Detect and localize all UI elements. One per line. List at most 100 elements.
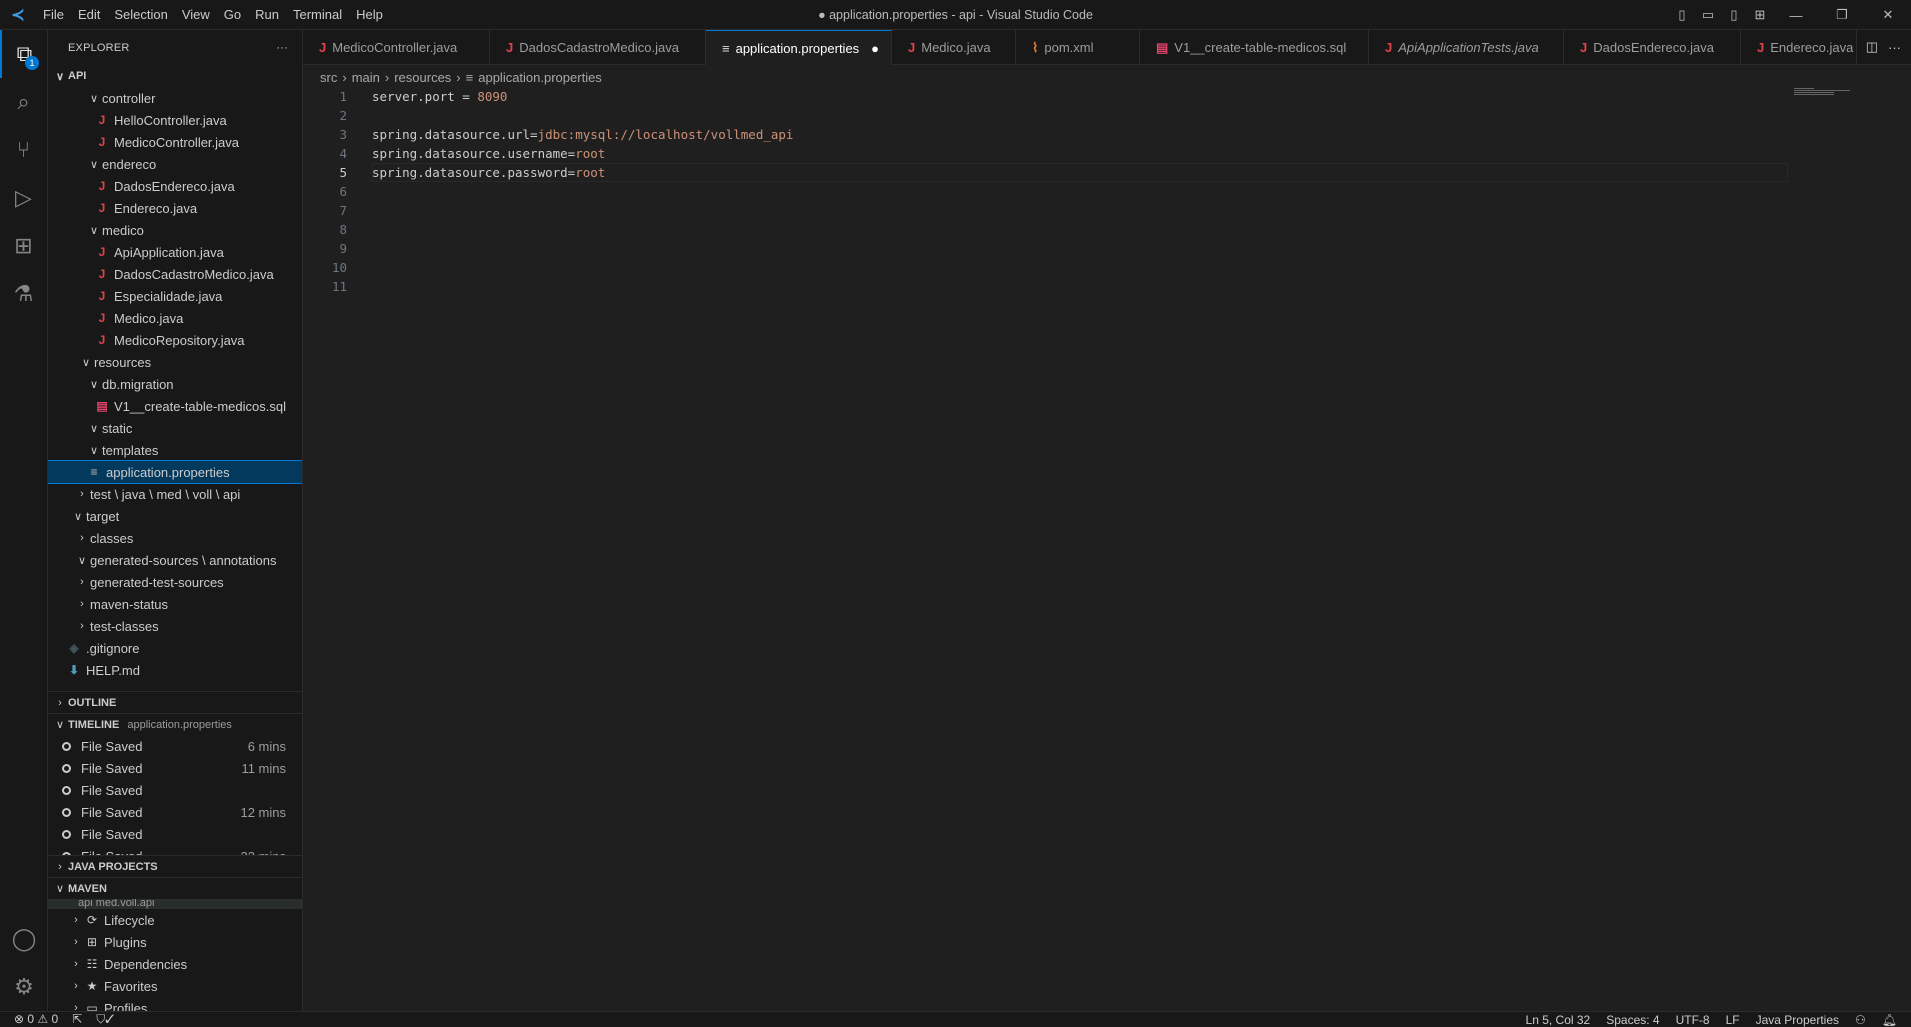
tree-item[interactable]: ∨ resources (48, 351, 302, 373)
tree-item[interactable]: ∨ generated-sources \ annotations (48, 549, 302, 571)
tree-item[interactable]: ∨ db.migration (48, 373, 302, 395)
end-of-line[interactable]: LF (1726, 1013, 1740, 1027)
tree-item[interactable]: ∨ controller (48, 87, 302, 109)
tree-item[interactable]: J Medico.java (48, 307, 302, 329)
menu-edit[interactable]: Edit (78, 7, 100, 22)
maven-section-header[interactable]: ∨ MAVEN (48, 877, 302, 899)
breadcrumb-item[interactable]: src (320, 70, 337, 85)
tab-medico-java[interactable]: J Medico.java (892, 30, 1016, 65)
menu-run[interactable]: Run (255, 7, 279, 22)
restore-button[interactable]: ❐ (1819, 7, 1865, 23)
close-button[interactable]: ✕ (1865, 7, 1911, 23)
search-icon[interactable]: ⌕ (0, 78, 47, 126)
menu-file[interactable]: File (43, 7, 64, 22)
maven-item[interactable]: › ▭ Profiles (48, 997, 302, 1012)
minimap[interactable] (1794, 88, 1850, 96)
tree-item[interactable]: ∨ static (48, 417, 302, 439)
breadcrumb-item[interactable]: main (352, 70, 380, 85)
tab-dadoscadastromedico-java[interactable]: J DadosCadastroMedico.java (490, 30, 706, 65)
cursor-position[interactable]: Ln 5, Col 32 (1526, 1013, 1591, 1027)
tree-root-api[interactable]: ∨ API (48, 65, 302, 87)
tree-item[interactable]: › classes (48, 527, 302, 549)
code-line[interactable]: 2 (303, 106, 1911, 125)
tree-item[interactable]: J Endereco.java (48, 197, 302, 219)
menu-terminal[interactable]: Terminal (293, 7, 342, 22)
code-line[interactable]: 4 spring.datasource.username=root (303, 144, 1911, 163)
code-line[interactable]: 7 (303, 201, 1911, 220)
settings-gear-icon[interactable]: ⚙ (0, 963, 48, 1011)
maven-project-row[interactable]: api med.voll.api (48, 899, 302, 909)
toggle-secondary-sidebar-icon[interactable]: ▯ (1721, 7, 1747, 23)
unsaved-dot-icon[interactable]: ● (871, 41, 879, 56)
code-line[interactable]: 10 (303, 258, 1911, 277)
breadcrumb-item[interactable]: application.properties (478, 70, 602, 85)
tree-item[interactable]: ∨ endereco (48, 153, 302, 175)
minimize-button[interactable]: — (1773, 8, 1819, 23)
tree-item[interactable]: › maven-status (48, 593, 302, 615)
breadcrumb-item[interactable]: resources (394, 70, 451, 85)
timeline-item[interactable]: File Saved (48, 779, 302, 801)
encoding[interactable]: UTF-8 (1676, 1013, 1710, 1027)
testing-icon[interactable]: ⚗ (0, 270, 47, 318)
tab-endereco-java[interactable]: J Endereco.java (1741, 30, 1857, 65)
feedback-icon[interactable]: ⚇ (1855, 1013, 1866, 1027)
java-projects-section-header[interactable]: › JAVA PROJECTS (48, 855, 302, 877)
timeline-section-header[interactable]: ∨ TIMELINE application.properties (48, 713, 302, 735)
code-line[interactable]: 6 (303, 182, 1911, 201)
code-line[interactable]: 5 spring.datasource.password=root (303, 163, 1911, 182)
code-line[interactable]: 11 (303, 277, 1911, 296)
tree-item[interactable]: J MedicoRepository.java (48, 329, 302, 351)
extensions-icon[interactable]: ⊞ (0, 222, 47, 270)
customize-layout-icon[interactable]: ⊞ (1747, 7, 1773, 23)
timeline-item[interactable]: File Saved 22 mins (48, 845, 302, 855)
tree-item[interactable]: ⬇ HELP.md (48, 659, 302, 681)
tab-application-properties[interactable]: ≡ application.properties ● (706, 30, 892, 65)
tab-v1-create-table-medicos-sql[interactable]: ▤ V1__create-table-medicos.sql (1140, 30, 1369, 65)
code-line[interactable]: 3 spring.datasource.url=jdbc:mysql://loca… (303, 125, 1911, 144)
maven-item[interactable]: › ★ Favorites (48, 975, 302, 997)
tab-medicocontroller-java[interactable]: J MedicoController.java (303, 30, 490, 65)
timeline-item[interactable]: File Saved 11 mins (48, 757, 302, 779)
tree-item[interactable]: ▤ V1__create-table-medicos.sql (48, 395, 302, 417)
toggle-panel-icon[interactable]: ▭ (1695, 7, 1721, 23)
tree-item[interactable]: › test-classes (48, 615, 302, 637)
run-debug-icon[interactable]: ▷ (0, 174, 47, 222)
tree-item[interactable]: J DadosCadastroMedico.java (48, 263, 302, 285)
timeline-item[interactable]: File Saved 12 mins (48, 801, 302, 823)
menu-selection[interactable]: Selection (114, 7, 167, 22)
menu-help[interactable]: Help (356, 7, 383, 22)
toggle-primary-sidebar-icon[interactable]: ▯ (1669, 7, 1695, 23)
notifications-icon[interactable]: 🔔︎ (1882, 1013, 1897, 1027)
menu-go[interactable]: Go (224, 7, 241, 22)
explorer-more-button[interactable]: ··· (276, 42, 288, 54)
explorer-icon[interactable]: ⧉ 1 (0, 30, 47, 78)
shield-check-icon[interactable]: ⛉✓ (96, 1012, 114, 1027)
tree-item[interactable]: ◈ .gitignore (48, 637, 302, 659)
tree-item[interactable]: › generated-test-sources (48, 571, 302, 593)
timeline-item[interactable]: File Saved 6 mins (48, 735, 302, 757)
indentation[interactable]: Spaces: 4 (1606, 1013, 1659, 1027)
tree-item[interactable]: J DadosEndereco.java (48, 175, 302, 197)
more-actions-icon[interactable]: ··· (1888, 40, 1901, 55)
tree-item[interactable]: ∨ templates (48, 439, 302, 461)
tab-apiapplicationtests-java[interactable]: J ApiApplicationTests.java (1369, 30, 1564, 65)
tree-item[interactable]: ∨ medico (48, 219, 302, 241)
tree-item[interactable]: J Especialidade.java (48, 285, 302, 307)
code-line[interactable]: 9 (303, 239, 1911, 258)
tree-item[interactable]: › test \ java \ med \ voll \ api (48, 483, 302, 505)
code-editor[interactable]: 1 server.port = 8090 2 3 spring.datasource.u… (303, 87, 1911, 1011)
code-line[interactable]: 1 server.port = 8090 (303, 87, 1911, 106)
tab-pom-xml[interactable]: ⌇ pom.xml (1016, 30, 1140, 65)
maven-item[interactable]: › ☷ Dependencies (48, 953, 302, 975)
source-control-icon[interactable]: ⑂ (0, 126, 47, 174)
language-mode[interactable]: Java Properties (1756, 1013, 1839, 1027)
maven-item[interactable]: › ⟳ Lifecycle (48, 909, 302, 931)
tree-item[interactable]: ≡ application.properties (48, 460, 302, 484)
run-icon[interactable]: ⇱ (72, 1012, 82, 1027)
maven-item[interactable]: › ⊞ Plugins (48, 931, 302, 953)
tree-item[interactable]: J MedicoController.java (48, 131, 302, 153)
split-editor-icon[interactable]: ◫ (1866, 39, 1878, 55)
tree-item[interactable]: J HelloController.java (48, 109, 302, 131)
code-line[interactable]: 8 (303, 220, 1911, 239)
account-icon[interactable]: ◯ (0, 915, 48, 963)
